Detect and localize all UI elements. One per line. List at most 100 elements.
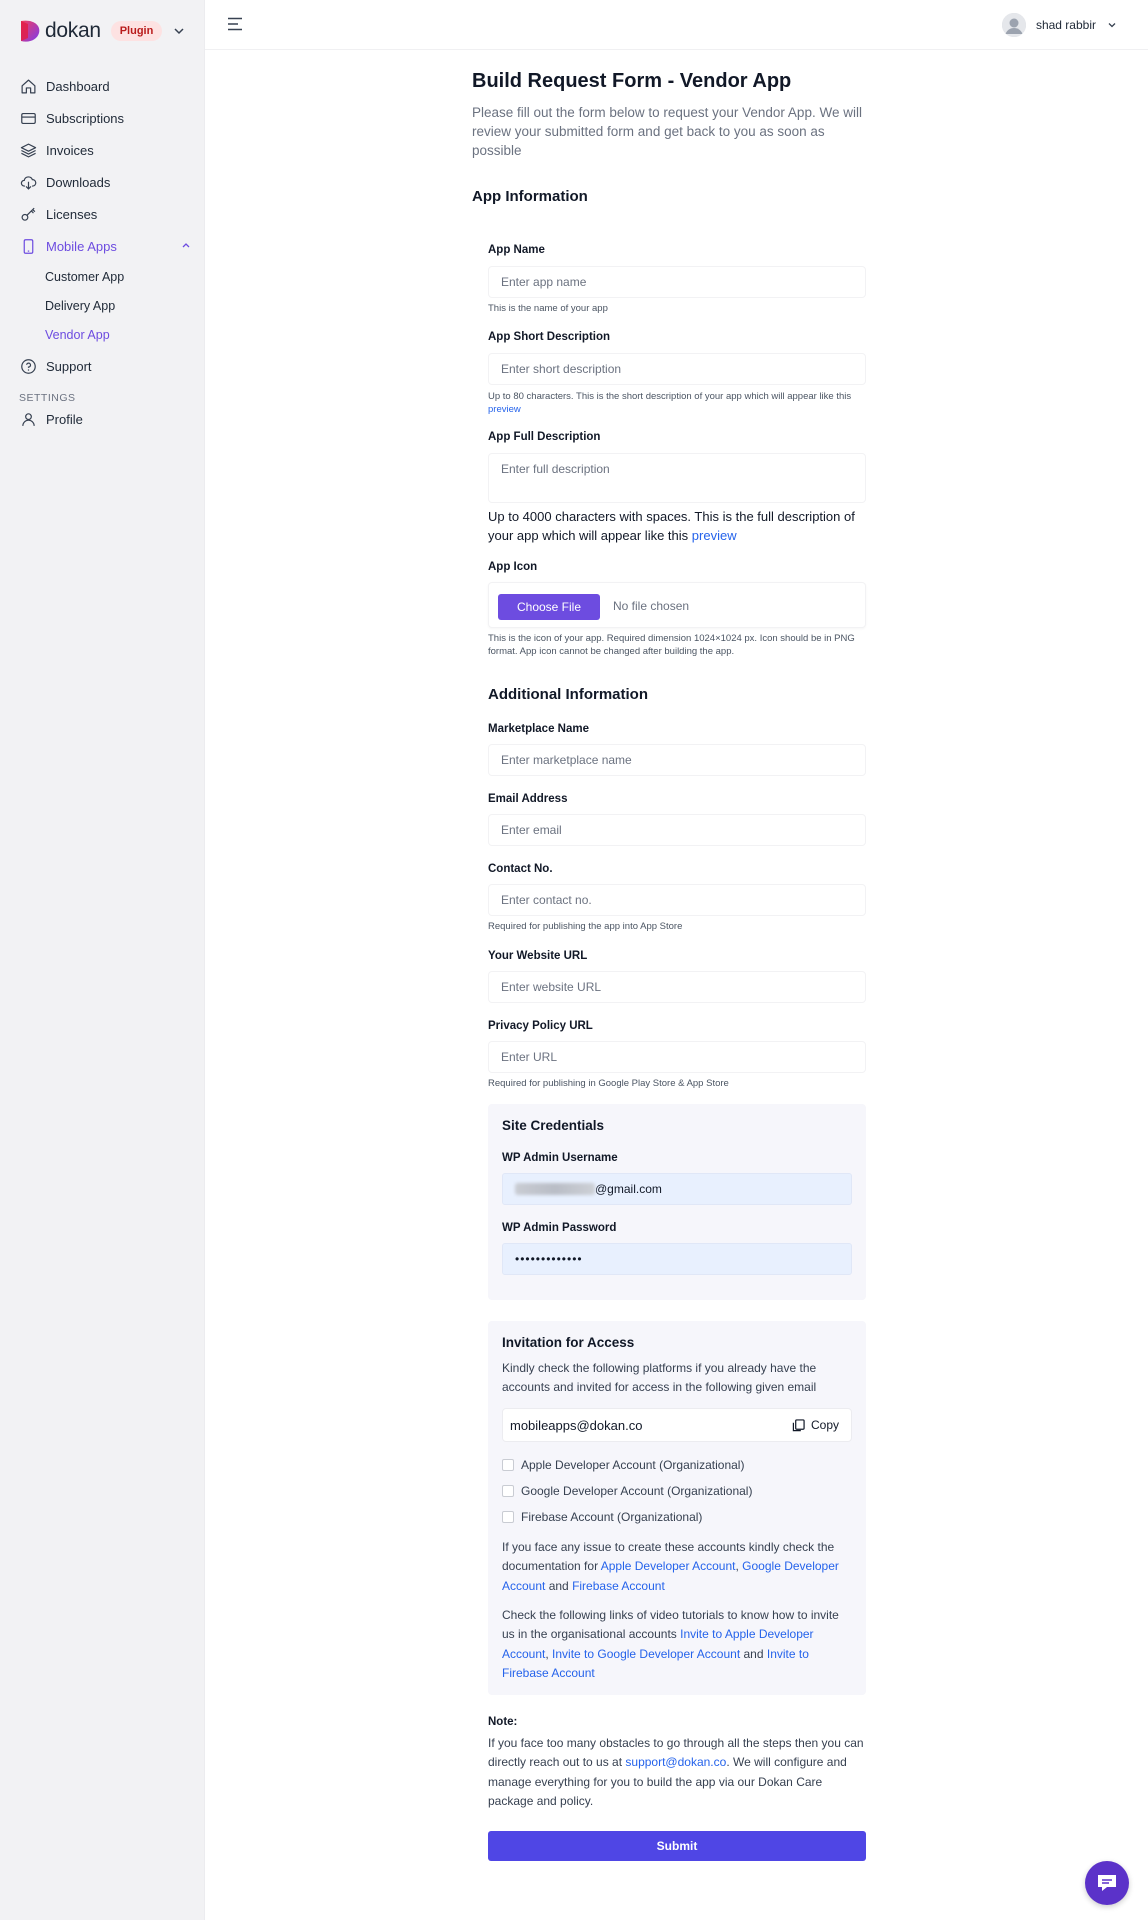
- site-credentials-title: Site Credentials: [502, 1118, 605, 1133]
- separator: and: [740, 1646, 767, 1661]
- separator: and: [545, 1578, 573, 1593]
- sidebar-subitem-customer-app[interactable]: Customer App: [45, 270, 124, 284]
- plugin-badge: Plugin: [110, 21, 163, 41]
- page-heading: Build Request Form - Vendor App Please f…: [472, 70, 872, 160]
- sidebar: dokan Plugin Dashboard Subscriptions Inv…: [0, 0, 205, 1920]
- firebase-checkbox[interactable]: [502, 1511, 514, 1523]
- home-icon: [21, 79, 36, 93]
- app-full-description-label: App Full Description: [488, 431, 601, 443]
- help-circle-icon: [21, 358, 36, 374]
- sidebar-subitem-vendor-app[interactable]: Vendor App: [45, 328, 110, 342]
- privacy-policy-hint: Required for publishing in Google Play S…: [488, 1078, 729, 1089]
- avatar-placeholder-icon: [1001, 13, 1026, 37]
- additional-information-title: Additional Information: [488, 686, 648, 703]
- checkbox-label: Google Developer Account (Organizational…: [521, 1484, 753, 1498]
- app-name-label: App Name: [488, 244, 545, 256]
- video-tutorials-text: Check the following links of video tutor…: [502, 1606, 854, 1683]
- sidebar-subitem-delivery-app[interactable]: Delivery App: [45, 299, 115, 313]
- redacted-username: [515, 1183, 595, 1195]
- sidebar-item-licenses[interactable]: Licenses: [20, 203, 97, 225]
- chevron-up-icon[interactable]: [180, 239, 192, 251]
- sidebar-item-subscriptions[interactable]: Subscriptions: [20, 107, 124, 129]
- sidebar-item-label: Profile: [46, 411, 83, 427]
- hint-text: Up to 80 characters. This is the short d…: [488, 391, 852, 402]
- app-short-description-input[interactable]: [488, 353, 866, 385]
- full-description-preview-link[interactable]: preview: [692, 528, 737, 543]
- page-description: Please fill out the form below to reques…: [472, 105, 862, 158]
- email-address-input[interactable]: [488, 814, 866, 846]
- wp-admin-password-label: WP Admin Password: [502, 1222, 617, 1234]
- marketplace-name-label: Marketplace Name: [488, 723, 589, 735]
- website-url-input[interactable]: [488, 971, 866, 1003]
- wp-admin-username-input[interactable]: @gmail.com: [502, 1173, 852, 1205]
- wp-admin-username-label: WP Admin Username: [502, 1152, 618, 1164]
- invite-google-link[interactable]: Invite to Google Developer Account: [552, 1647, 740, 1661]
- apple-developer-checkbox[interactable]: [502, 1459, 514, 1471]
- contact-no-input[interactable]: [488, 884, 866, 916]
- menu-toggle-icon[interactable]: [227, 17, 243, 31]
- sidebar-item-dashboard[interactable]: Dashboard: [20, 75, 110, 97]
- app-name-hint: This is the name of your app: [488, 303, 608, 314]
- sidebar-item-downloads[interactable]: Downloads: [20, 171, 110, 193]
- documentation-text: If you face any issue to create these ac…: [502, 1538, 854, 1596]
- sidebar-item-mobile-apps[interactable]: Mobile Apps: [20, 235, 117, 257]
- app-name-input[interactable]: [488, 266, 866, 298]
- brand-name: dokan: [45, 19, 101, 42]
- dokan-logo-icon: [21, 20, 40, 42]
- support-email-link[interactable]: support@dokan.co: [625, 1755, 726, 1769]
- sidebar-item-label: Dashboard: [46, 78, 110, 94]
- privacy-policy-url-input[interactable]: [488, 1041, 866, 1073]
- checkbox-label: Apple Developer Account (Organizational): [521, 1458, 745, 1472]
- chat-widget-button[interactable]: [1085, 1861, 1129, 1905]
- checkbox-row-apple[interactable]: Apple Developer Account (Organizational): [502, 1458, 744, 1472]
- app-full-description-textarea[interactable]: [488, 453, 866, 503]
- firebase-doc-link[interactable]: Firebase Account: [572, 1579, 665, 1593]
- invitation-email: mobileapps@dokan.co: [510, 1418, 643, 1433]
- user-name: shad rabbir: [1035, 18, 1096, 32]
- site-credentials-panel: Site Credentials WP Admin Username @gmai…: [488, 1104, 866, 1300]
- username-visible-part: @gmail.com: [595, 1182, 662, 1196]
- brand[interactable]: dokan Plugin: [19, 18, 186, 44]
- avatar: [1001, 13, 1026, 37]
- invitation-for-access-panel: Invitation for Access Kindly check the f…: [488, 1321, 866, 1695]
- privacy-policy-url-label: Privacy Policy URL: [488, 1020, 593, 1032]
- marketplace-name-input[interactable]: [488, 744, 866, 776]
- copy-icon: [792, 1418, 805, 1431]
- contact-no-hint: Required for publishing the app into App…: [488, 921, 683, 932]
- app-icon-hint: This is the icon of your app. Required d…: [488, 633, 855, 657]
- checkbox-row-firebase[interactable]: Firebase Account (Organizational): [502, 1510, 702, 1524]
- invitation-email-box: mobileapps@dokan.co Copy: [502, 1408, 852, 1442]
- website-url-label: Your Website URL: [488, 950, 588, 962]
- app-icon-label: App Icon: [488, 561, 538, 573]
- user-menu[interactable]: shad rabbir: [1001, 13, 1118, 37]
- chat-icon: [1098, 1875, 1116, 1891]
- app-full-description-hint: Up to 4000 characters with spaces. This …: [488, 507, 866, 545]
- credit-card-icon: [21, 112, 36, 124]
- page-title: Build Request Form - Vendor App: [472, 70, 792, 92]
- sidebar-item-profile[interactable]: Profile: [20, 408, 83, 430]
- copy-label: Copy: [810, 1418, 839, 1432]
- sidebar-item-label: Invoices: [46, 142, 94, 158]
- google-developer-checkbox[interactable]: [502, 1485, 514, 1497]
- checkbox-row-google[interactable]: Google Developer Account (Organizational…: [502, 1484, 752, 1498]
- sidebar-item-label: Downloads: [46, 174, 111, 190]
- copy-button[interactable]: Copy: [785, 1413, 845, 1437]
- wp-admin-password-input[interactable]: •••••••••••••: [502, 1243, 852, 1275]
- invitation-description: Kindly check the following platforms if …: [502, 1361, 817, 1395]
- apple-developer-doc-link[interactable]: Apple Developer Account: [601, 1559, 736, 1573]
- choose-file-button[interactable]: Choose File: [498, 594, 600, 620]
- note-text: If you face too many obstacles to go thr…: [488, 1734, 868, 1811]
- note-title: Note:: [488, 1716, 518, 1728]
- short-description-preview-link[interactable]: preview: [488, 404, 521, 415]
- sidebar-item-support[interactable]: Support: [20, 355, 92, 377]
- sidebar-item-label: Subscriptions: [46, 110, 125, 126]
- submit-button[interactable]: Submit: [488, 1831, 866, 1861]
- sidebar-item-invoices[interactable]: Invoices: [20, 139, 94, 161]
- app-short-description-hint: Up to 80 characters. This is the short d…: [488, 391, 866, 416]
- sidebar-item-label: Mobile Apps: [46, 238, 117, 254]
- contact-no-label: Contact No.: [488, 863, 553, 875]
- email-address-label: Email Address: [488, 793, 568, 805]
- sidebar-item-label: Licenses: [46, 206, 98, 222]
- chevron-down-icon[interactable]: [172, 24, 186, 38]
- chevron-down-icon: [1108, 23, 1116, 28]
